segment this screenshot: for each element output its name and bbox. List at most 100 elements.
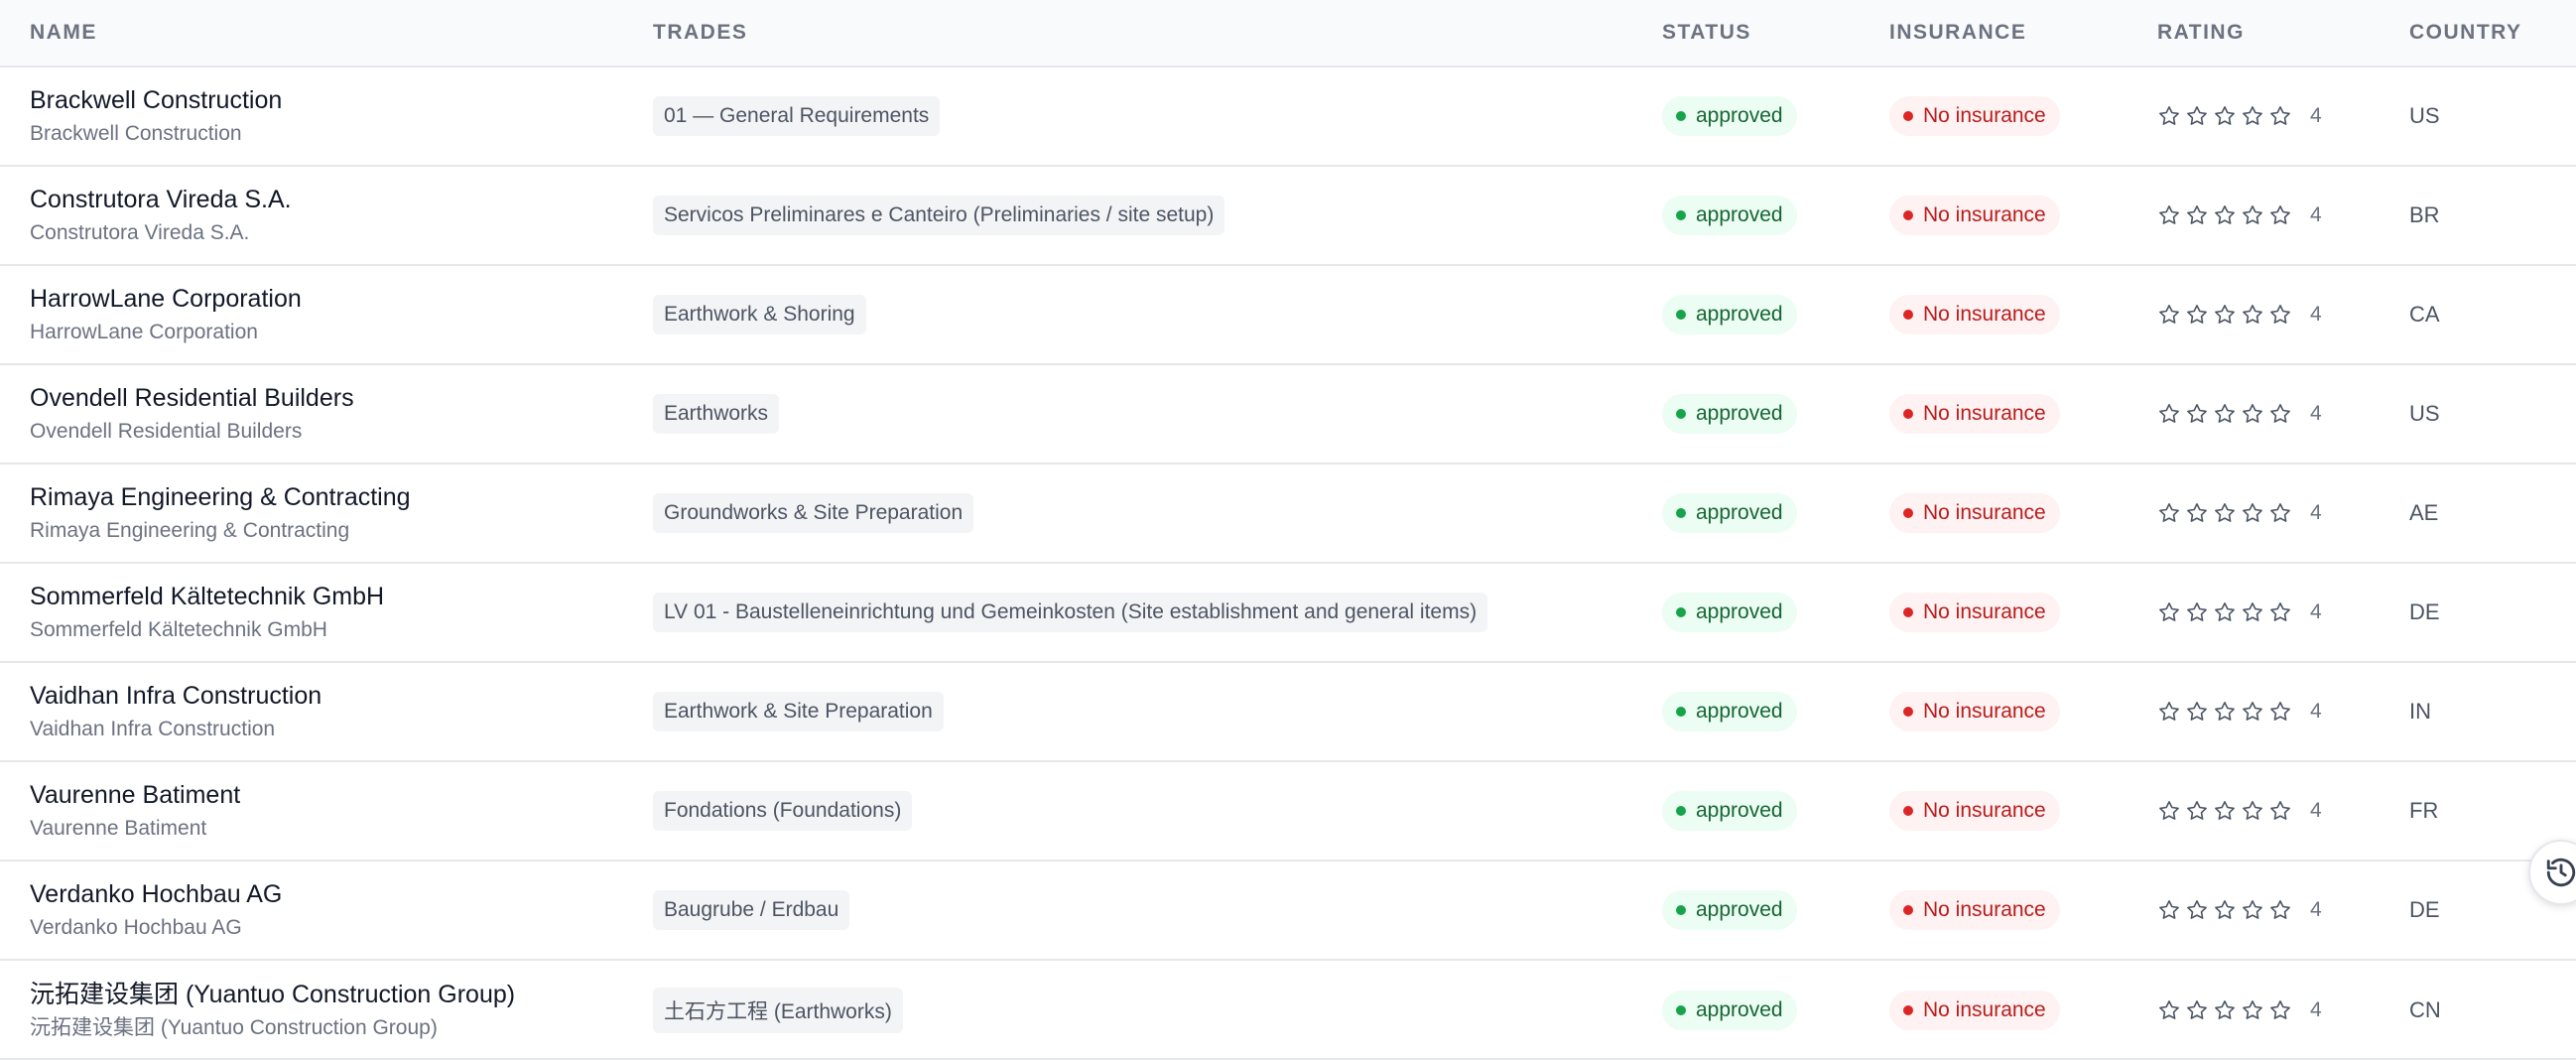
star-outline-icon[interactable]	[2213, 799, 2237, 823]
supplier-name-cell[interactable]: Brackwell Construction Brackwell Constru…	[0, 83, 623, 149]
table-row[interactable]: Verdanko Hochbau AG Verdanko Hochbau AG …	[0, 861, 2576, 961]
supplier-name[interactable]: HarrowLane Corporation	[30, 282, 302, 316]
star-outline-icon[interactable]	[2268, 799, 2292, 823]
supplier-name-cell[interactable]: Ovendell Residential Builders Ovendell R…	[0, 381, 623, 447]
insurance-badge: No insurance	[1889, 295, 2060, 334]
star-outline-icon[interactable]	[2213, 501, 2237, 525]
country-cell: US	[2380, 401, 2576, 427]
supplier-legal-name: Verdanko Hochbau AG	[30, 916, 242, 939]
supplier-name-cell[interactable]: Vaidhan Infra Construction Vaidhan Infra…	[0, 679, 623, 744]
supplier-name[interactable]: Ovendell Residential Builders	[30, 381, 354, 415]
star-outline-icon[interactable]	[2213, 303, 2237, 327]
supplier-name-cell[interactable]: Construtora Vireda S.A. Construtora Vire…	[0, 183, 623, 248]
column-header-trades[interactable]: TRADES	[623, 21, 1632, 45]
star-outline-icon[interactable]	[2241, 998, 2264, 1022]
star-outline-icon[interactable]	[2241, 104, 2264, 128]
supplier-name[interactable]: Rimaya Engineering & Contracting	[30, 480, 411, 514]
supplier-name[interactable]: Verdanko Hochbau AG	[30, 877, 282, 911]
insurance-badge: No insurance	[1889, 991, 2060, 1030]
supplier-name[interactable]: Construtora Vireda S.A.	[30, 183, 292, 216]
star-outline-icon[interactable]	[2185, 303, 2209, 327]
table-row[interactable]: Construtora Vireda S.A. Construtora Vire…	[0, 167, 2576, 266]
star-outline-icon[interactable]	[2185, 898, 2209, 922]
star-outline-icon[interactable]	[2241, 501, 2264, 525]
star-outline-icon[interactable]	[2268, 402, 2292, 426]
star-outline-icon[interactable]	[2157, 402, 2181, 426]
supplier-name[interactable]: Sommerfeld Kältetechnik GmbH	[30, 580, 384, 613]
table-row[interactable]: 沅拓建设集团 (Yuantuo Construction Group) 沅拓建设…	[0, 961, 2576, 1058]
star-outline-icon[interactable]	[2185, 501, 2209, 525]
column-header-status[interactable]: STATUS	[1632, 21, 1860, 45]
supplier-name[interactable]: Vaurenne Batiment	[30, 778, 240, 812]
star-outline-icon[interactable]	[2157, 501, 2181, 525]
supplier-name-cell[interactable]: Verdanko Hochbau AG Verdanko Hochbau AG	[0, 877, 623, 943]
star-outline-icon[interactable]	[2157, 104, 2181, 128]
star-outline-icon[interactable]	[2213, 203, 2237, 227]
supplier-name[interactable]: Vaidhan Infra Construction	[30, 679, 322, 713]
insurance-label: No insurance	[1923, 501, 2046, 524]
rating-cell: 4	[2127, 799, 2380, 823]
star-outline-icon[interactable]	[2241, 203, 2264, 227]
star-outline-icon[interactable]	[2213, 998, 2237, 1022]
column-header-name[interactable]: NAME	[0, 21, 623, 45]
star-outline-icon[interactable]	[2185, 799, 2209, 823]
star-outline-icon[interactable]	[2157, 799, 2181, 823]
rating-cell: 4	[2127, 700, 2380, 724]
star-outline-icon[interactable]	[2185, 700, 2209, 724]
star-outline-icon[interactable]	[2213, 600, 2237, 624]
country-code: US	[2409, 103, 2440, 128]
table-row[interactable]: Vaidhan Infra Construction Vaidhan Infra…	[0, 663, 2576, 762]
table-row[interactable]: Ovendell Residential Builders Ovendell R…	[0, 365, 2576, 464]
star-outline-icon[interactable]	[2157, 303, 2181, 327]
star-outline-icon[interactable]	[2268, 104, 2292, 128]
star-outline-icon[interactable]	[2268, 600, 2292, 624]
star-outline-icon[interactable]	[2157, 203, 2181, 227]
column-header-country[interactable]: COUNTRY	[2380, 21, 2576, 45]
star-outline-icon[interactable]	[2213, 104, 2237, 128]
status-label: approved	[1696, 799, 1783, 822]
star-outline-icon[interactable]	[2157, 700, 2181, 724]
supplier-name-cell[interactable]: Sommerfeld Kältetechnik GmbH Sommerfeld …	[0, 580, 623, 645]
insurance-badge: No insurance	[1889, 493, 2060, 533]
supplier-name-cell[interactable]: Vaurenne Batiment Vaurenne Batiment	[0, 778, 623, 844]
supplier-name[interactable]: 沅拓建设集团 (Yuantuo Construction Group)	[30, 978, 515, 1011]
status-dot-icon	[1676, 111, 1686, 121]
table-row[interactable]: HarrowLane Corporation HarrowLane Corpor…	[0, 266, 2576, 365]
star-outline-icon[interactable]	[2268, 203, 2292, 227]
column-header-insurance[interactable]: INSURANCE	[1860, 21, 2127, 45]
table-row[interactable]: Brackwell Construction Brackwell Constru…	[0, 67, 2576, 167]
star-outline-icon[interactable]	[2157, 600, 2181, 624]
status-cell: approved	[1632, 991, 1860, 1030]
star-outline-icon[interactable]	[2241, 402, 2264, 426]
star-outline-icon[interactable]	[2157, 998, 2181, 1022]
star-outline-icon[interactable]	[2185, 998, 2209, 1022]
star-outline-icon[interactable]	[2213, 402, 2237, 426]
star-outline-icon[interactable]	[2241, 898, 2264, 922]
star-outline-icon[interactable]	[2185, 104, 2209, 128]
supplier-name-cell[interactable]: Rimaya Engineering & Contracting Rimaya …	[0, 480, 623, 546]
star-outline-icon[interactable]	[2268, 501, 2292, 525]
star-outline-icon[interactable]	[2185, 203, 2209, 227]
star-outline-icon[interactable]	[2213, 898, 2237, 922]
star-outline-icon[interactable]	[2268, 303, 2292, 327]
star-outline-icon[interactable]	[2241, 303, 2264, 327]
star-outline-icon[interactable]	[2268, 998, 2292, 1022]
star-outline-icon[interactable]	[2268, 700, 2292, 724]
table-row[interactable]: Vaurenne Batiment Vaurenne Batiment Fond…	[0, 762, 2576, 861]
table-row[interactable]: Rimaya Engineering & Contracting Rimaya …	[0, 464, 2576, 564]
supplier-name-cell[interactable]: 沅拓建设集团 (Yuantuo Construction Group) 沅拓建设…	[0, 978, 623, 1043]
star-outline-icon[interactable]	[2185, 600, 2209, 624]
trade-tag: 01 — General Requirements	[653, 96, 941, 136]
star-outline-icon[interactable]	[2241, 600, 2264, 624]
star-outline-icon[interactable]	[2185, 402, 2209, 426]
star-outline-icon[interactable]	[2268, 898, 2292, 922]
star-outline-icon[interactable]	[2213, 700, 2237, 724]
supplier-name[interactable]: Brackwell Construction	[30, 83, 282, 117]
supplier-legal-name: 沅拓建设集团 (Yuantuo Construction Group)	[30, 1016, 438, 1039]
table-row[interactable]: Sommerfeld Kältetechnik GmbH Sommerfeld …	[0, 564, 2576, 663]
column-header-rating[interactable]: RATING	[2127, 21, 2380, 45]
star-outline-icon[interactable]	[2241, 799, 2264, 823]
star-outline-icon[interactable]	[2157, 898, 2181, 922]
star-outline-icon[interactable]	[2241, 700, 2264, 724]
supplier-name-cell[interactable]: HarrowLane Corporation HarrowLane Corpor…	[0, 282, 623, 347]
